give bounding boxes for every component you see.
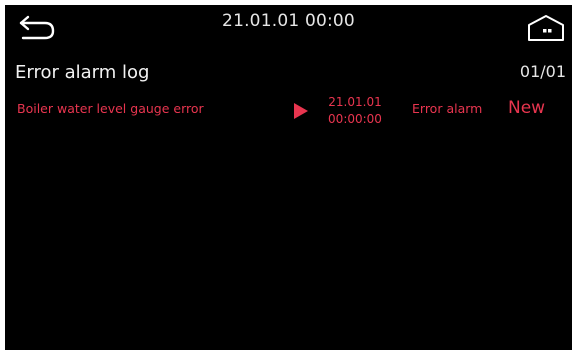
play-triangle-icon [294,103,308,119]
alarm-date: 21.01.01 [328,95,382,109]
page-title: Error alarm log [15,62,150,83]
alarm-log-row[interactable]: Boiler water level gauge error 21.01.01 … [5,91,572,131]
home-button[interactable] [524,13,568,43]
header-datetime: 21.01.01 00:00 [222,11,355,31]
alarm-timestamp: 21.01.01 00:00:00 [323,94,387,128]
alarm-name: Boiler water level gauge error [17,101,204,116]
page-indicator: 01/01 [519,62,566,81]
alarm-status-badge: New [508,98,546,118]
home-icon [528,15,564,41]
alarm-type: Error alarm [412,101,483,116]
screen: 21.01.01 00:00 Error alarm log 01/01 Boi… [5,5,572,350]
alarm-time: 00:00:00 [328,112,382,126]
